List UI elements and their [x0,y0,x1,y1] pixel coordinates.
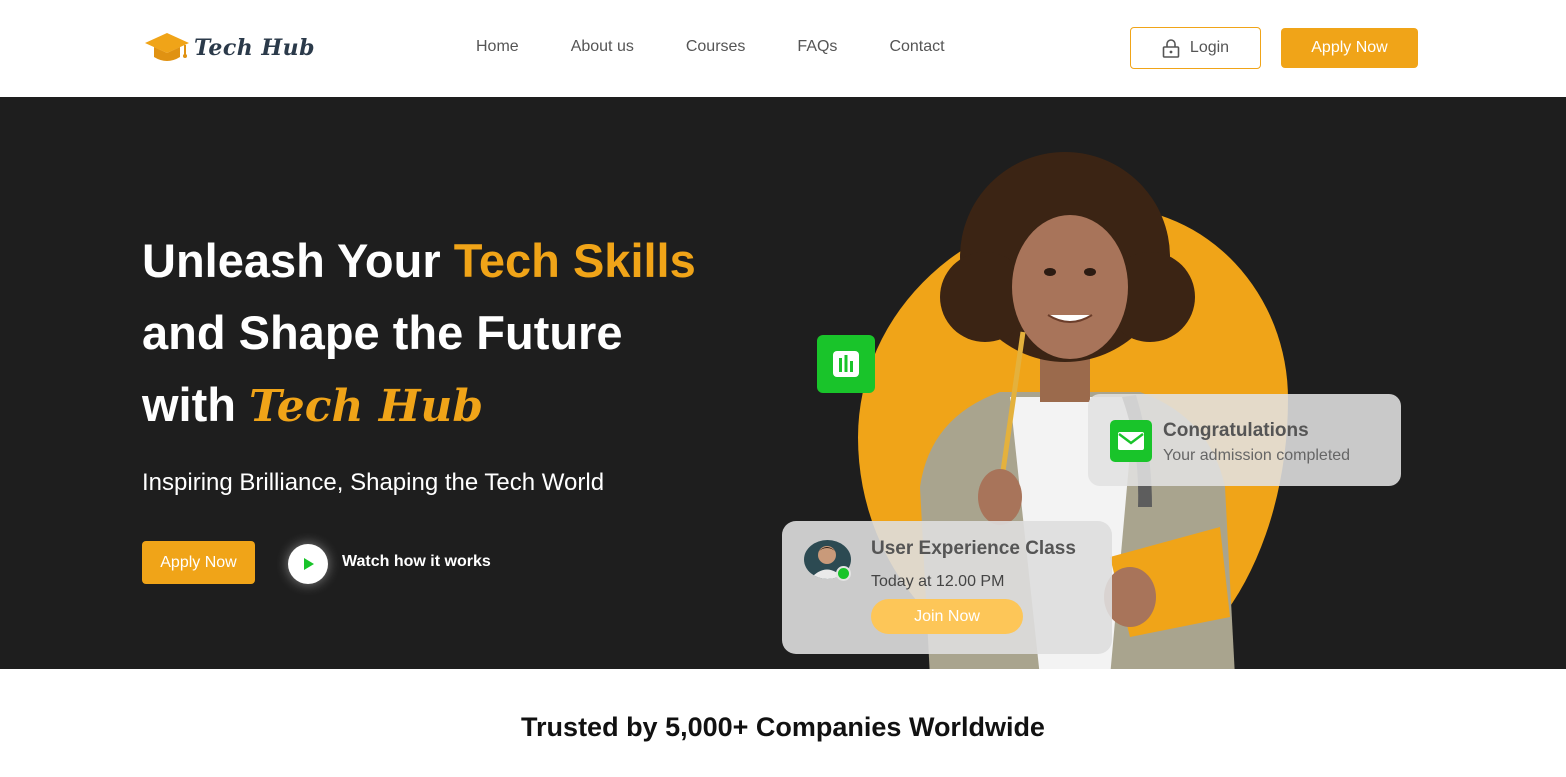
watch-how-it-works-link[interactable]: Watch how it works [342,553,491,571]
headline-line3: with [142,378,250,431]
logo-text: Tech Hub [194,35,316,61]
mail-icon [1118,432,1144,450]
class-title: User Experience Class [871,538,1076,559]
play-icon [304,558,314,570]
online-status-dot [836,566,851,581]
apply-now-button-header[interactable]: Apply Now [1281,28,1418,68]
apply-now-button-hero[interactable]: Apply Now [142,541,255,584]
headline-line1: Unleash Your [142,234,454,287]
chart-badge [817,335,875,393]
mail-badge [1110,420,1152,462]
login-button[interactable]: Login [1130,27,1261,69]
headline-line2: and Shape the Future [142,306,623,359]
hero-section: Unleash Your Tech Skills and Shape the F… [0,97,1566,669]
graduation-cap-icon [145,33,189,61]
nav-about-us[interactable]: About us [571,38,634,56]
join-now-button[interactable]: Join Now [871,599,1023,634]
login-label: Login [1189,39,1230,56]
hero-headline: Unleash Your Tech Skills and Shape the F… [142,225,696,443]
play-button[interactable] [288,544,328,584]
congrats-subtitle: Your admission completed [1163,447,1351,464]
class-card: User Experience Class Today at 12.00 PM … [782,521,1112,654]
nav-contact[interactable]: Contact [889,38,944,56]
headline-brand: Tech Hub [249,381,484,432]
headline-accent: Tech Skills [453,234,696,287]
logo[interactable]: Tech Hub [144,31,315,65]
main-nav: Home About us Courses FAQs Contact [476,38,997,56]
class-time: Today at 12.00 PM [871,573,1005,590]
site-header: Tech Hub Home About us Courses FAQs Cont… [0,0,1566,97]
congratulations-card: Congratulations Your admission completed [1088,394,1401,486]
lock-icon [1162,39,1180,58]
nav-home[interactable]: Home [476,38,519,56]
congrats-title: Congratulations [1163,420,1309,441]
hero-subheading: Inspiring Brilliance, Shaping the Tech W… [142,469,605,496]
bar-chart-icon [833,351,859,377]
trusted-heading: Trusted by 5,000+ Companies Worldwide [521,712,1045,742]
nav-courses[interactable]: Courses [686,38,746,56]
nav-faqs[interactable]: FAQs [797,38,837,56]
